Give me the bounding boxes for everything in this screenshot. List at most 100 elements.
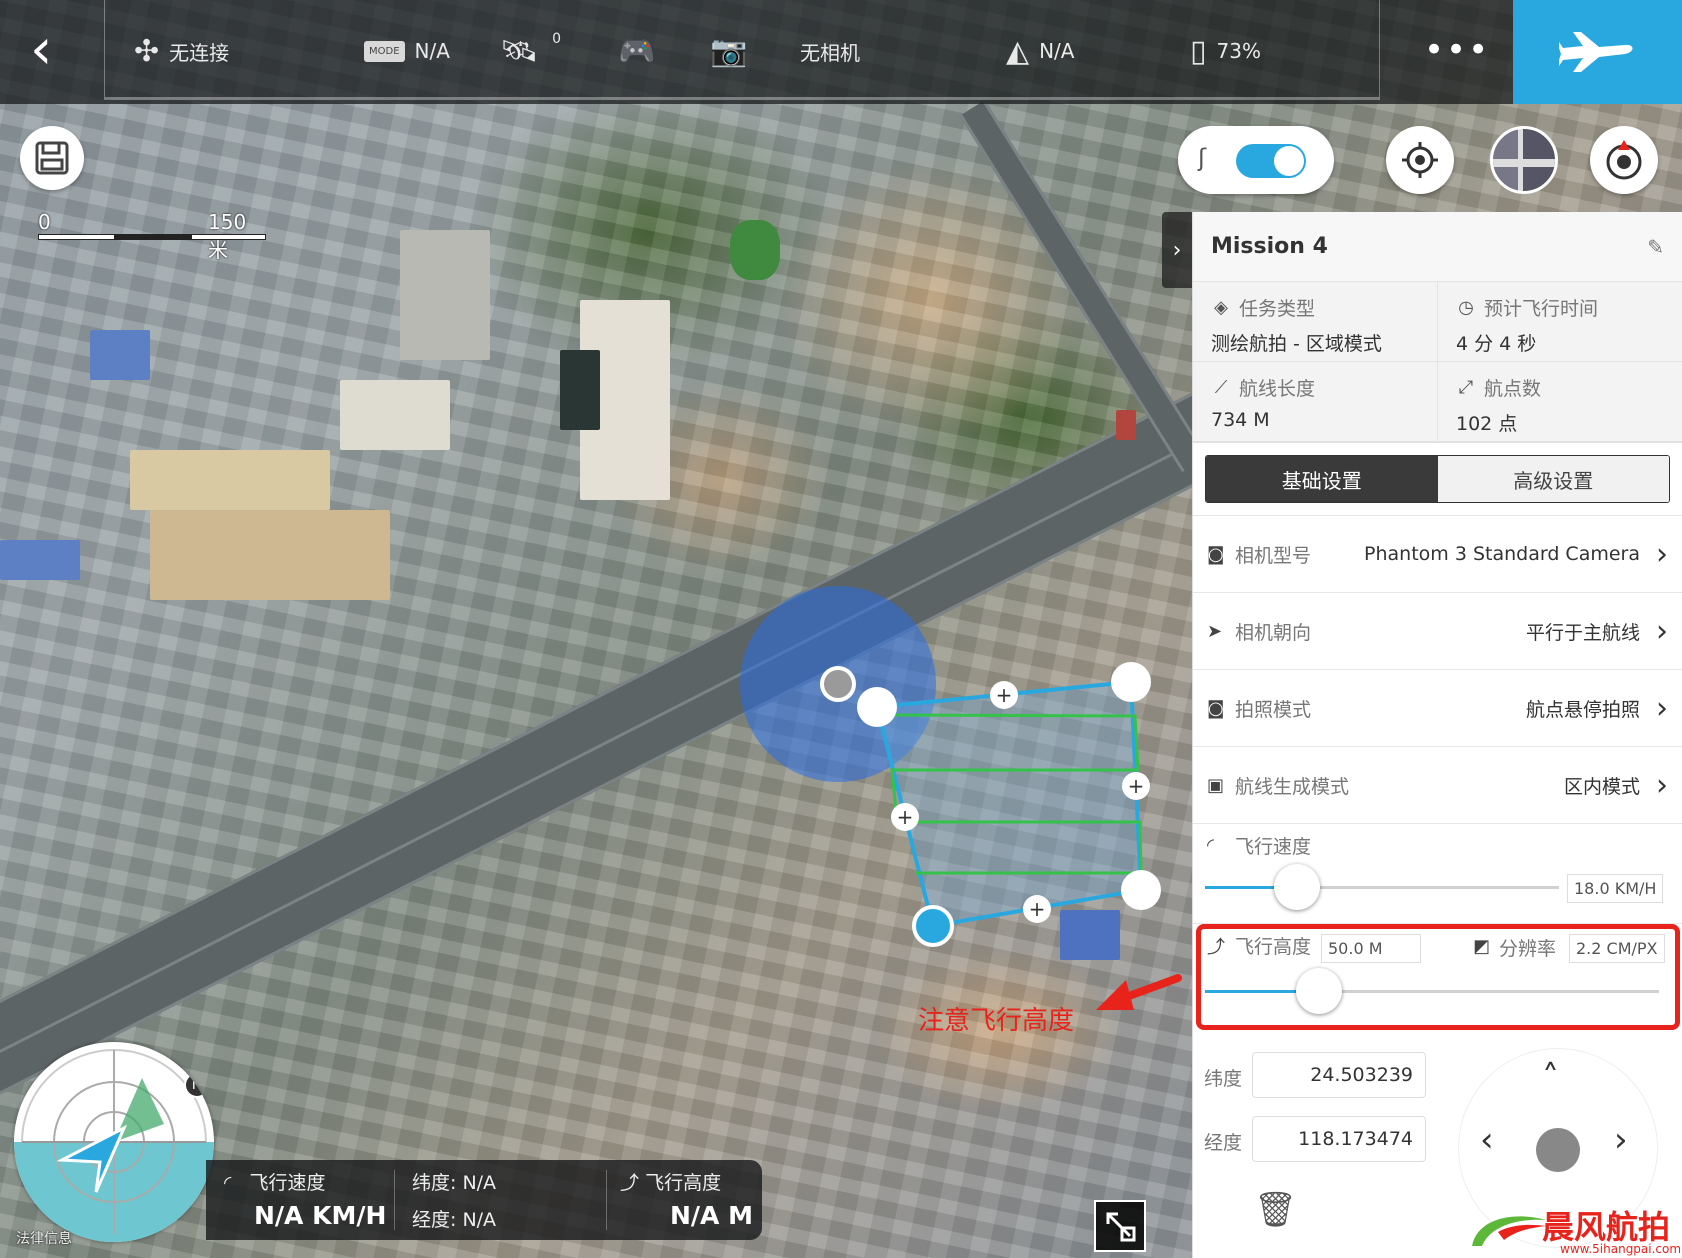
- telemetry-divider: [606, 1170, 607, 1230]
- speedometer-icon: ◜: [1207, 835, 1214, 856]
- tab-advanced-settings[interactable]: 高级设置: [1437, 456, 1669, 502]
- altitude-highlight-box: [1196, 924, 1680, 1030]
- camera-icon: ◙: [1207, 543, 1225, 565]
- toggle-switch[interactable]: [1236, 144, 1306, 178]
- setting-route-generation[interactable]: ▣ 航线生成模式 区内模式 ›: [1193, 746, 1682, 823]
- route-display-toggle[interactable]: ʃ: [1178, 126, 1334, 194]
- svg-text:+: +: [996, 683, 1013, 707]
- top-status-bar: ‹ ✣ 无连接 MODE N/A 🛰 0 🎮 📷 无相机 ◭ N/A ▯ 73%…: [0, 0, 1682, 104]
- speed-slider-thumb[interactable]: [1274, 864, 1321, 910]
- save-icon: [35, 141, 69, 175]
- map-scale-bar: 0 150 米: [38, 210, 268, 262]
- locate-button[interactable]: [1386, 126, 1454, 194]
- drone-icon: ✣: [134, 33, 160, 69]
- mission-type: ◈ 任务类型 测绘航拍 - 区域模式: [1193, 282, 1438, 362]
- svg-text:+: +: [1029, 897, 1046, 921]
- compass-orientation-button[interactable]: [1590, 126, 1658, 194]
- latitude-label: 纬度: [1204, 1068, 1243, 1090]
- longitude-label: 经度: [1204, 1132, 1243, 1154]
- airplane-icon: [1558, 32, 1632, 72]
- speed-slider-track[interactable]: [1205, 886, 1559, 889]
- annotation-arrow: [1096, 974, 1182, 1010]
- map-type-thumbnail[interactable]: [1490, 126, 1558, 194]
- gps-mode: ◭ N/A: [1006, 33, 1075, 69]
- satellite-icon: 🛰: [500, 33, 539, 69]
- watermark-logo: 晨风航拍 www.5ihangpai.com: [1468, 1202, 1682, 1258]
- route-mode-icon: ▣: [1207, 774, 1225, 796]
- expand-icon: [1106, 1212, 1136, 1242]
- vertex-handle[interactable]: [857, 687, 897, 727]
- chevron-left-icon[interactable]: ‹: [1480, 1120, 1494, 1160]
- camera-status: 无相机: [800, 40, 860, 65]
- back-icon[interactable]: ‹: [30, 22, 74, 78]
- longitude-input[interactable]: 118.173474: [1252, 1116, 1426, 1162]
- battery-status: ▯ 73%: [1190, 33, 1261, 69]
- expand-map-button[interactable]: [1094, 1200, 1146, 1252]
- mission-summary: ◈ 任务类型 测绘航拍 - 区域模式 ◷ 预计飞行时间 4 分 4 秒 ⟋ 航线长度 …: [1193, 282, 1682, 443]
- chevron-right-icon: ›: [1656, 613, 1668, 649]
- survey-polygon[interactable]: [874, 679, 1144, 929]
- ruler-icon: ⟋: [1214, 377, 1228, 398]
- aircraft-connection: ✣ 无连接: [134, 33, 230, 69]
- telemetry-speed: ◜ 飞行速度 N/A KM/H: [224, 1172, 387, 1230]
- layers-icon: ◈: [1214, 297, 1228, 318]
- telemetry-bar: ◜ 飞行速度 N/A KM/H 纬度: N/A 经度: N/A ⤴ 飞行高度 N…: [206, 1160, 762, 1240]
- route-length: ⟋ 航线长度 734 M: [1193, 362, 1438, 442]
- clock-icon: ◷: [1458, 297, 1474, 318]
- gps-status: 🛰 0: [500, 31, 562, 69]
- tab-basic-settings[interactable]: 基础设置: [1206, 456, 1438, 502]
- setting-photo-mode[interactable]: ◙ 拍照模式 航点悬停拍照 ›: [1193, 669, 1682, 746]
- vertex-handle[interactable]: [1111, 662, 1151, 702]
- svg-text:+: +: [1128, 774, 1145, 798]
- setting-camera-heading[interactable]: ➤ 相机朝向 平行于主航线 ›: [1193, 592, 1682, 669]
- navigation-arrow-icon: ➤: [1207, 620, 1223, 642]
- altitude-annotation: 注意飞行高度: [918, 1006, 1075, 1036]
- speedometer-icon: ◜: [224, 1172, 232, 1194]
- flight-mode: MODE N/A: [364, 30, 450, 72]
- camera-icon: ◙: [1207, 697, 1225, 719]
- north-indicator: N: [184, 1072, 210, 1098]
- chevron-right-icon: ›: [1656, 767, 1668, 803]
- latitude-input[interactable]: 24.503239: [1252, 1052, 1426, 1098]
- camera-icon: 📷: [710, 33, 748, 69]
- radar-icon: [14, 1049, 214, 1242]
- scale-ruler: [38, 234, 266, 240]
- orientation-icon: [1606, 140, 1642, 180]
- chevron-right-icon: ›: [1656, 536, 1668, 572]
- center-point-icon[interactable]: [1536, 1128, 1580, 1172]
- crosshair-icon: [1402, 142, 1438, 178]
- settings-tabs: 基础设置 高级设置: [1205, 455, 1670, 503]
- collapse-panel-icon[interactable]: ›: [1162, 212, 1192, 288]
- more-options-icon[interactable]: •••: [1424, 30, 1490, 70]
- mission-header: Mission 4 ✎: [1193, 212, 1682, 282]
- waypoint-icon: ⤢: [1458, 377, 1474, 398]
- vertex-handle[interactable]: [1121, 870, 1161, 910]
- remote-controller-status: 🎮: [618, 30, 665, 72]
- chevron-up-icon[interactable]: ˄: [1542, 1058, 1559, 1098]
- mission-title: Mission 4: [1211, 234, 1328, 259]
- svg-text:+: +: [897, 805, 914, 829]
- mode-badge-icon: MODE: [364, 40, 405, 62]
- trash-icon[interactable]: 🗑: [1254, 1190, 1297, 1230]
- setting-camera-model[interactable]: ◙ 相机型号 Phantom 3 Standard Camera ›: [1193, 515, 1682, 592]
- speed-value: 18.0 KM/H: [1567, 874, 1664, 903]
- start-point[interactable]: [912, 905, 954, 947]
- waypoint-count: ⤢ 航点数 102 点: [1438, 362, 1682, 442]
- attitude-compass: N: [14, 1042, 214, 1242]
- fly-button[interactable]: [1513, 0, 1682, 104]
- remote-controller-icon: 🎮: [618, 33, 656, 69]
- device-battery-icon: ▯: [1190, 33, 1207, 69]
- route-icon: ʃ: [1198, 144, 1207, 172]
- chevron-right-icon[interactable]: ›: [1614, 1120, 1628, 1160]
- navigation-mode-icon: ◭: [1006, 33, 1030, 69]
- altitude-icon: ⤴: [620, 1172, 640, 1194]
- home-point[interactable]: [820, 666, 856, 702]
- swoosh-icon: [1472, 1216, 1546, 1246]
- edit-pencil-icon[interactable]: ✎: [1647, 235, 1664, 259]
- speed-setting: ◜ 飞行速度 18.0 KM/H: [1193, 823, 1682, 923]
- legal-info-link[interactable]: 法律信息: [16, 1228, 72, 1248]
- camera-status-icon-wrap: 📷: [710, 30, 757, 72]
- save-button[interactable]: [20, 126, 84, 190]
- chevron-right-icon: ›: [1656, 690, 1668, 726]
- estimated-flight-time: ◷ 预计飞行时间 4 分 4 秒: [1438, 282, 1682, 362]
